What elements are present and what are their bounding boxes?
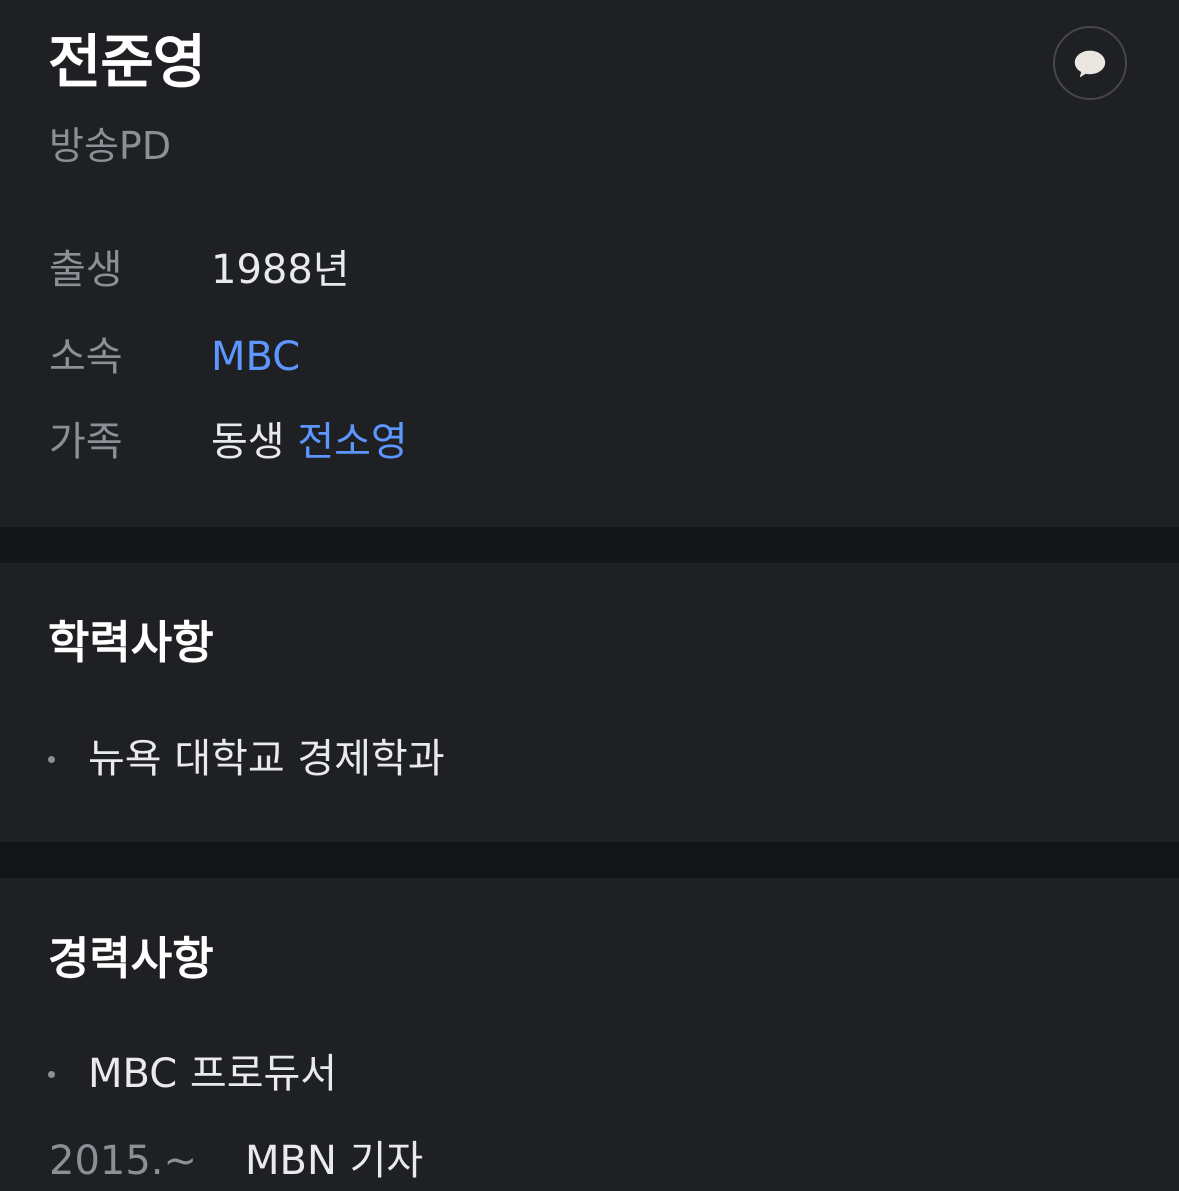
career-title: 경력사항 [48, 932, 214, 985]
career-current-item: MBC 프로듀서 [48, 1045, 948, 1103]
education-item-text: 뉴욕 대학교 경제학과 [88, 736, 445, 782]
occupation-label: 방송PD [49, 124, 172, 168]
family-info-row: 가족 동생 전소영 [49, 413, 949, 471]
speech-bubble-icon [1071, 44, 1109, 82]
education-section: 학력사항 뉴욕 대학교 경제학과 [0, 563, 1179, 842]
family-value: 동생 전소영 [211, 413, 408, 471]
birth-label: 출생 [49, 247, 123, 293]
section-divider [0, 842, 1179, 878]
career-section: 경력사항 MBC 프로듀서 2015.~ MBN 기자 [0, 878, 1179, 1191]
career-year: 2015.~ [49, 1138, 198, 1184]
profile-summary: 전준영 방송PD 출생 1988년 소속 MBC 가족 동생 전소영 [0, 0, 1179, 527]
comment-button[interactable] [1053, 26, 1127, 100]
affiliation-link[interactable]: MBC [211, 328, 300, 386]
family-relation: 동생 [211, 419, 285, 465]
family-label: 가족 [49, 419, 123, 465]
birth-info-row: 출생 1988년 [49, 241, 949, 299]
person-profile-page: 전준영 방송PD 출생 1988년 소속 MBC 가족 동생 전소영 학력사항 … [0, 0, 1179, 1191]
family-member-link[interactable]: 전소영 [297, 419, 407, 465]
education-list-item: 뉴욕 대학교 경제학과 [48, 730, 948, 788]
bullet-icon [48, 756, 55, 763]
education-title: 학력사항 [48, 616, 214, 669]
affiliation-info-row: 소속 MBC [49, 328, 949, 386]
section-divider [0, 527, 1179, 563]
bullet-icon [48, 1071, 55, 1078]
career-current-text: MBC 프로듀서 [88, 1051, 338, 1097]
affiliation-label: 소속 [49, 334, 123, 380]
career-role: MBN 기자 [245, 1138, 424, 1184]
person-name: 전준영 [48, 28, 206, 96]
career-history-row: 2015.~ MBN 기자 [49, 1132, 949, 1190]
birth-value: 1988년 [211, 247, 350, 293]
